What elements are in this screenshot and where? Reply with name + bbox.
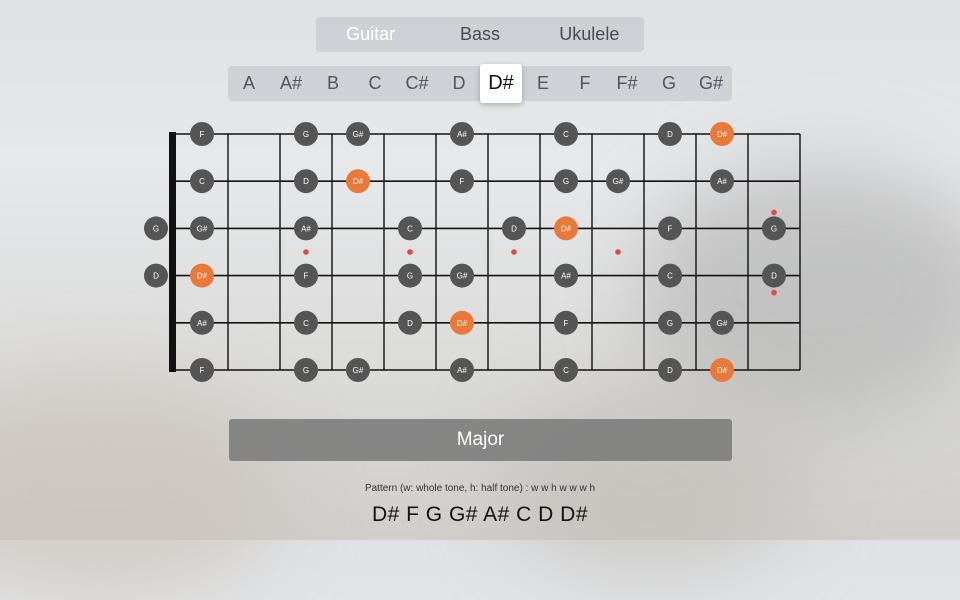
note-label: G [153,224,159,233]
scale-note[interactable]: C [294,310,318,335]
note-label: D [667,130,673,139]
scale-note[interactable]: F [554,310,578,335]
note-label: D [407,319,413,328]
note-label: C [667,272,673,281]
note-label: F [200,130,205,139]
scale-note[interactable]: D [762,263,786,288]
note-label: C [303,319,309,328]
scale-note[interactable]: G# [346,358,370,382]
note-label: G# [613,177,624,186]
scale-note[interactable]: D [658,122,682,146]
note-label: D [153,272,159,281]
note-label: D# [457,319,468,328]
note-label: F [564,319,569,328]
note-label: C [199,177,205,186]
scale-note[interactable]: D [398,310,422,335]
note-label: A# [457,130,467,139]
scale-note[interactable]: F [294,263,318,288]
scale-note[interactable]: C [190,169,214,194]
root-note[interactable]: D# [554,216,578,241]
fret-marker-dot [615,249,621,255]
fret-marker-dot [407,249,413,255]
note-label: G [667,319,673,328]
scale-note[interactable]: D [502,216,526,241]
scale-note[interactable]: C [554,358,578,382]
note-label: D# [717,130,728,139]
root-note[interactable]: D# [190,263,214,288]
note-label: D [771,272,777,281]
note-label: A# [561,272,571,281]
scale-note[interactable]: F [190,358,214,382]
note-label: F [460,177,465,186]
scale-note[interactable]: G [294,122,318,146]
note-label: C [407,224,413,233]
note-label: G [303,130,309,139]
note-label: D# [353,177,364,186]
note-label: A# [717,177,727,186]
note-label: D [303,177,309,186]
scale-note[interactable]: G# [346,122,370,146]
scale-note[interactable]: A# [554,263,578,288]
note-label: G# [353,130,364,139]
pattern-text: Pattern (w: whole tone, h: half tone) : … [364,483,596,494]
scale-note[interactable]: G# [450,263,474,288]
root-note[interactable]: D# [346,169,370,194]
note-label: D# [561,224,572,233]
scale-note[interactable]: G# [190,216,214,241]
scale-note[interactable]: C [658,263,682,288]
scale-note[interactable]: G [554,169,578,194]
note-label: F [200,366,205,375]
fretboard: G D F G G# A# C D D# C D D# F G G# A# G# A# C D D# F G D# F G G# A#… [144,122,801,382]
note-label: G# [353,366,364,375]
scale-notes: D# F G G# A# C D D# [371,503,589,526]
fret-marker-dot [771,289,777,296]
note-label: C [563,366,569,375]
scale-note[interactable]: A# [710,169,734,194]
scale-note[interactable]: A# [294,216,318,241]
note-label: G [563,177,569,186]
note-label: D [511,224,517,233]
scale-note[interactable]: D [294,169,318,194]
root-note[interactable]: D# [710,358,734,382]
scale-note[interactable]: F [450,169,474,194]
scale-note[interactable]: G [294,358,318,382]
scale-note[interactable]: D [658,358,682,382]
scale-note[interactable]: G [398,263,422,288]
note-label: G# [197,224,208,233]
scale-note[interactable]: C [554,122,578,146]
note-label: D# [717,366,728,375]
scale-note[interactable]: G# [606,169,630,194]
note-label: G [407,272,413,281]
root-note[interactable]: D# [450,310,474,335]
note-label: F [668,224,673,233]
fret-marker-dot [771,209,777,216]
note-label: A# [197,319,207,328]
root-note[interactable]: D# [710,122,734,146]
note-label: G [303,366,309,375]
open-string-note[interactable]: G [144,216,168,241]
note-label: A# [301,224,311,233]
scale-note[interactable]: G [658,310,682,335]
note-label: G [771,224,777,233]
scale-note[interactable]: G [762,216,786,241]
scale-note[interactable]: A# [450,122,474,146]
note-label: G# [717,319,728,328]
scale-note[interactable]: F [658,216,682,241]
scale-note[interactable]: A# [450,358,474,382]
fret-marker-dot [511,249,517,255]
fret-marker-dot [303,249,309,255]
note-label: D# [197,272,208,281]
scale-note[interactable]: F [190,122,214,146]
scale-note[interactable]: G# [710,310,734,335]
note-label: A# [457,366,467,375]
note-label: F [304,272,309,281]
scale-type-button[interactable]: Major [229,419,732,461]
note-label: C [563,130,569,139]
nut [169,132,176,372]
scale-note[interactable]: A# [190,310,214,335]
note-label: G# [457,272,468,281]
open-string-note[interactable]: D [144,263,168,288]
note-label: D [667,366,673,375]
scale-note[interactable]: C [398,216,422,241]
